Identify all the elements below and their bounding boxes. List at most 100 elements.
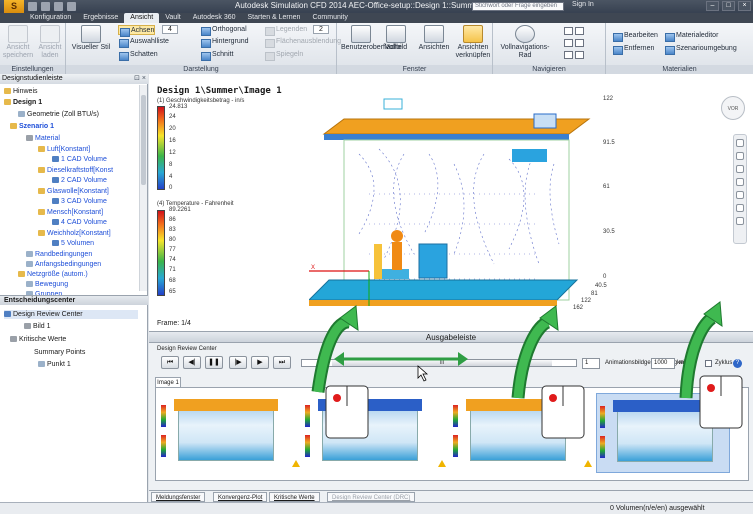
ansichten-button[interactable]: Ansichten	[417, 25, 451, 52]
tree-item-material-entry[interactable]: Glaswolle[Konstant]	[38, 187, 109, 196]
tab-ansicht[interactable]: Ansicht	[124, 13, 160, 23]
tab-konvergenz-plot[interactable]: Konvergenz-Plot	[213, 492, 268, 502]
next-frame-button[interactable]: |▶	[229, 356, 247, 369]
search-input[interactable]: Stichwort oder Frage eingeben	[472, 2, 564, 11]
zoom-icon[interactable]	[575, 27, 584, 35]
home-icon[interactable]	[736, 217, 744, 225]
vollnavigations-rad-button[interactable]: Vollnavigations-Rad	[497, 25, 553, 60]
tab-ergebnisse[interactable]: Ergebnisse	[77, 13, 124, 23]
look-icon[interactable]	[575, 39, 584, 47]
play-button[interactable]: ▶	[251, 356, 269, 369]
result-thumbnail[interactable]	[302, 393, 436, 473]
tab-community[interactable]: Community	[306, 13, 353, 23]
tree-item-material-entry[interactable]: Weichholz[Konstant]	[38, 229, 111, 238]
minimize-icon[interactable]: –	[706, 1, 719, 11]
frame-number-field[interactable]: 1	[582, 358, 600, 369]
tree-item-punkt[interactable]: Punkt 1	[38, 360, 71, 369]
materialeditor-button[interactable]: Materialeditor	[664, 31, 718, 42]
open-icon[interactable]	[28, 2, 37, 11]
tree-item-material-entry[interactable]: Dieselkraftstoff[Konst	[38, 166, 113, 175]
tree-item-geometrie[interactable]: Geometrie (Zoll BTU/s)	[18, 110, 99, 119]
last-frame-button[interactable]: ⏭	[273, 356, 291, 369]
pause-button[interactable]: ❚❚	[205, 356, 223, 369]
vollbild-button[interactable]: Vollbild	[379, 25, 413, 52]
tree-item-volume[interactable]: 1 CAD Volume	[52, 155, 107, 164]
tree-item-volume[interactable]: 3 CAD Volume	[52, 197, 107, 206]
steering-wheel-icon[interactable]	[736, 139, 744, 147]
bearbeiten-button[interactable]: Bearbeiten	[612, 31, 658, 42]
tree-item-randbedingungen[interactable]: Randbedingungen	[26, 250, 92, 259]
tree-item-material-entry[interactable]: Luft[Konstant]	[38, 145, 90, 154]
tree-item-anfangsbedingungen[interactable]: Anfangsbedingungen	[26, 260, 101, 269]
tab-autodesk-360[interactable]: Autodesk 360	[187, 13, 242, 23]
visual-style-button[interactable]: Visueller Stil	[70, 25, 112, 52]
result-thumbnail[interactable]	[158, 393, 292, 473]
previous-frame-button[interactable]: ◀|	[183, 356, 201, 369]
pan-icon[interactable]	[736, 152, 744, 160]
zoom-window-icon[interactable]	[564, 51, 573, 59]
first-frame-button[interactable]: ⏮	[161, 356, 179, 369]
tree-item-summary-points[interactable]: Summary Points	[34, 348, 85, 357]
orthogonal-button[interactable]: Orthogonal	[200, 25, 247, 36]
tree-item-netzgroesse[interactable]: Netzgröße (autom.)	[18, 270, 88, 279]
view-cube[interactable]: VOR	[721, 96, 745, 120]
szenarioumgebung-button[interactable]: Szenarioumgebung	[664, 44, 737, 55]
benutzeroberflaeche-button[interactable]: Benutzeroberfläche	[341, 25, 402, 52]
flaechenausblendung-button[interactable]: Flächenausblendung	[264, 37, 341, 48]
auswahlliste-button[interactable]: Auswahlliste	[118, 37, 169, 48]
tab-drc[interactable]: Design Review Center (DRC)	[327, 492, 416, 502]
tree-scrollbar[interactable]	[139, 85, 147, 291]
zoom-icon[interactable]	[736, 165, 744, 173]
legenden-button[interactable]: Legenden	[264, 25, 307, 36]
result-thumbnail[interactable]	[450, 393, 584, 473]
frame-slider[interactable]: III	[301, 359, 577, 367]
hintergrund-button[interactable]: Hintergrund	[200, 37, 249, 48]
help-icon[interactable]: ?	[733, 359, 742, 368]
tree-item-bild[interactable]: Bild 1	[24, 322, 51, 331]
achsen-button[interactable]: Achsen	[118, 25, 156, 37]
load-view-button[interactable]: Ansicht laden	[33, 25, 67, 60]
entfernen-button[interactable]: Entfernen	[612, 44, 654, 55]
tree-item-material-entry[interactable]: Mensch[Konstant]	[38, 208, 103, 217]
fit-all-icon[interactable]	[736, 204, 744, 212]
tree-item-drc[interactable]: Design Review Center	[4, 310, 138, 319]
image-tab[interactable]: Image 1	[155, 377, 181, 387]
schnitt-button[interactable]: Schnitt	[200, 50, 233, 61]
close-icon[interactable]: ×	[738, 1, 751, 11]
tree-item-bewegung[interactable]: Bewegung	[26, 280, 68, 289]
tree-item-hinweis[interactable]: Hinweis	[4, 87, 38, 96]
achsen-spinner[interactable]: 4	[162, 25, 178, 34]
tree-item-design[interactable]: Design 1	[4, 98, 42, 107]
save-view-button[interactable]: Ansicht speichern	[1, 25, 35, 60]
redo-icon[interactable]	[67, 2, 76, 11]
orbit-icon[interactable]	[736, 178, 744, 186]
tab-vault[interactable]: Vault	[159, 13, 186, 23]
spiegeln-button[interactable]: Spiegeln	[264, 50, 303, 61]
panel-pin-close-icons[interactable]: ⊡ ×	[134, 74, 146, 84]
app-menu-button[interactable]: S	[4, 0, 24, 13]
pan-icon[interactable]	[564, 27, 573, 35]
tree-item-szenario[interactable]: Szenario 1	[10, 122, 54, 131]
result-thumbnail-selected[interactable]	[596, 393, 730, 473]
tree-item-volume[interactable]: 5 Volumen	[52, 239, 94, 248]
orbit-icon[interactable]	[564, 39, 573, 47]
scrollbar-thumb[interactable]	[141, 95, 146, 185]
tree-item-volume[interactable]: 4 CAD Volume	[52, 218, 107, 227]
tab-meldungsfenster[interactable]: Meldungsfenster	[151, 492, 206, 502]
tree-item-volume[interactable]: 2 CAD Volume	[52, 176, 107, 185]
ansichten-verknuepfen-button[interactable]: Ansichten verknüpfen	[454, 25, 492, 60]
tree-item-kritische-werte[interactable]: Kritische Werte	[10, 335, 66, 344]
legenden-spinner[interactable]: 2	[313, 25, 329, 34]
cycle-checkbox[interactable]	[705, 360, 712, 367]
cfd-viewport[interactable]: Design 1\Summer\Image 1 (1) Geschwindigk…	[149, 74, 753, 332]
schatten-button[interactable]: Schatten	[118, 50, 158, 61]
tree-item-material[interactable]: Material	[26, 134, 60, 143]
tab-starten-lernen[interactable]: Starten & Lernen	[242, 13, 307, 23]
sign-in-link[interactable]: Sign In	[572, 1, 594, 8]
maximize-icon[interactable]: □	[722, 1, 735, 11]
undo-icon[interactable]	[54, 2, 63, 11]
speed-field[interactable]: 1000	[651, 358, 675, 369]
slider-thumb[interactable]: III	[332, 360, 552, 366]
tab-konfiguration[interactable]: Konfiguration	[24, 13, 77, 23]
save-icon[interactable]	[41, 2, 50, 11]
